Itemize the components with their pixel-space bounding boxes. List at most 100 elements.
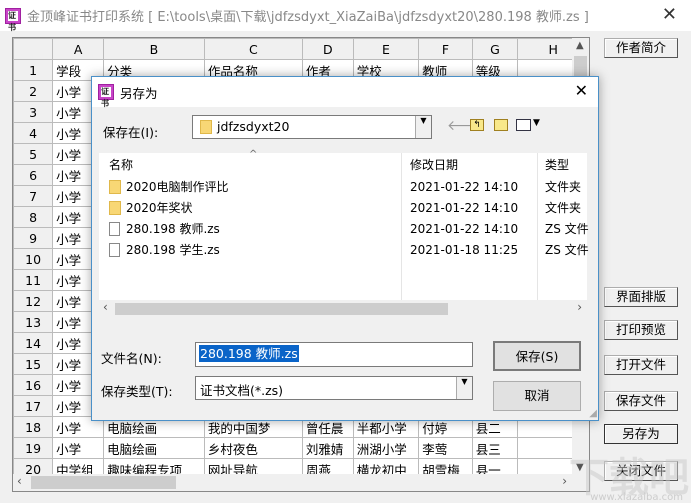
new-folder-icon[interactable] [494,119,508,131]
row-header[interactable]: 8 [13,206,54,228]
layout-button[interactable]: 界面排版 [604,287,678,307]
close-icon[interactable]: ✕ [662,4,677,25]
row-header[interactable]: 2 [13,80,54,102]
file-type: ZS 文件 [545,222,589,236]
dialog-close-icon[interactable]: ✕ [575,81,588,100]
column-header[interactable] [13,38,54,60]
scroll-down-icon[interactable]: ▼ [576,462,584,473]
grid-cell[interactable]: 洲湖小学 [352,437,420,459]
column-header[interactable]: A [52,38,105,60]
file-modified: 2021-01-22 14:10 [410,201,519,215]
window-title: 金顶峰证书打印系统 [ E:\tools\桌面\下载\jdfzsdyxt_Xia… [27,10,589,25]
filename-value: 280.198 教师.zs [199,345,299,362]
row-header[interactable]: 16 [13,374,54,396]
open-file-button[interactable]: 打开文件 [604,355,678,375]
file-name: 280.198 学生.zs [126,243,220,257]
chevron-down-icon[interactable]: ▼ [456,377,472,399]
row-header[interactable]: 19 [13,437,54,459]
print-preview-button[interactable]: 打印预览 [604,320,678,340]
filetype-value: 证书文档(*.zs) [200,383,284,398]
save-file-button[interactable]: 保存文件 [604,391,678,411]
save-as-dialog: 证书 另存为 ✕ 保存在(I): jdfzsdyxt20 ▼ 🡐 ↰ ▼ ^ 名… [91,76,599,421]
row-header[interactable]: 3 [13,101,54,123]
grid-cell[interactable]: 县三 [471,437,519,459]
scroll-right-icon[interactable]: › [562,474,567,488]
row-header[interactable]: 12 [13,290,54,312]
save-as-button[interactable]: 另存为 [604,424,678,444]
filetype-dropdown[interactable]: 证书文档(*.zs) ▼ [195,376,473,400]
column-header[interactable]: E [352,38,420,60]
row-header[interactable]: 6 [13,164,54,186]
resize-grip-icon[interactable]: ◢ [589,408,597,419]
row-header[interactable]: 10 [13,248,54,270]
horizontal-scrollbar[interactable]: ‹ › [13,474,589,491]
column-header-modified[interactable]: 修改日期 [410,153,458,177]
file-type: 文件夹 [545,201,582,215]
save-in-dropdown[interactable]: jdfzsdyxt20 ▼ [192,115,432,139]
watermark-url: www.xiazaiba.com [590,492,683,503]
column-header[interactable]: G [471,38,519,60]
row-header[interactable]: 15 [13,353,54,375]
file-list-item[interactable]: 280.198 学生.zs 2021-01-18 11:25 ZS 文件 [99,240,589,261]
row-header[interactable]: 18 [13,416,54,438]
scroll-thumb[interactable] [31,476,176,489]
file-list[interactable]: ^ 名称 修改日期 类型 2020电脑制作评比 2021-01-22 14:10… [99,149,589,317]
row-header[interactable]: 13 [13,311,54,333]
column-header[interactable]: F [418,38,473,60]
file-icon [109,222,120,236]
row-header[interactable]: 11 [13,269,54,291]
column-header-type[interactable]: 类型 [545,153,569,177]
title-bar: 证书 金顶峰证书打印系统 [ E:\tools\桌面\下载\jdfzsdyxt_… [0,0,691,32]
row-header[interactable]: 5 [13,143,54,165]
file-list-item[interactable]: 2020年奖状 2021-01-22 14:10 文件夹 [99,198,587,219]
grid-cell[interactable]: 刘雅婧 [301,437,354,459]
file-type: ZS 文件 [545,243,589,257]
column-header[interactable]: C [203,38,303,60]
grid-cell[interactable]: 小学 [52,437,105,459]
column-header[interactable]: B [103,38,205,60]
row-header[interactable]: 9 [13,227,54,249]
column-header-name[interactable]: 名称 [109,153,133,177]
view-dropdown-icon[interactable]: ▼ [533,118,540,128]
up-folder-icon[interactable]: ↰ [470,119,484,131]
chevron-down-icon[interactable]: ▼ [415,116,431,138]
author-intro-button[interactable]: 作者简介 [604,38,678,58]
dialog-title: 另存为 [120,85,158,101]
column-header[interactable]: D [301,38,354,60]
row-header[interactable]: 1 [13,59,54,81]
dialog-app-icon: 证书 [98,84,114,108]
file-modified: 2021-01-18 11:25 [410,243,519,257]
file-name: 2020电脑制作评比 [126,180,229,194]
filename-label: 文件名(N): [101,351,162,366]
close-file-button[interactable]: 关闭文件 [604,461,678,481]
sort-up-icon: ^ [249,149,258,160]
view-menu-icon[interactable] [516,119,531,131]
cancel-button[interactable]: 取消 [493,381,581,411]
row-header[interactable]: 4 [13,122,54,144]
file-name: 280.198 教师.zs [126,222,220,236]
column-header-row: ABCDEFGH [13,38,589,60]
folder-icon [109,201,121,215]
scroll-thumb[interactable] [115,303,448,315]
file-list-hscrollbar[interactable]: ‹ › [99,300,587,317]
scroll-up-icon[interactable]: ▲ [576,40,584,51]
save-in-value: jdfzsdyxt20 [217,119,290,134]
file-modified: 2021-01-22 14:10 [410,180,519,194]
grid-cell[interactable]: 电脑绘画 [103,437,205,459]
file-list-item[interactable]: 2020电脑制作评比 2021-01-22 14:10 文件夹 [99,177,587,198]
scroll-left-icon[interactable]: ‹ [17,474,22,488]
grid-cell[interactable]: 李莺 [418,437,473,459]
filetype-label: 保存类型(T): [101,384,173,399]
filename-input[interactable]: 280.198 教师.zs [195,342,473,367]
row-header[interactable]: 14 [13,332,54,354]
file-name: 2020年奖状 [126,201,193,215]
scroll-right-icon[interactable]: › [577,300,582,314]
file-list-item[interactable]: 280.198 教师.zs 2021-01-22 14:10 ZS 文件 [99,219,589,240]
row-header[interactable]: 17 [13,395,54,417]
save-button[interactable]: 保存(S) [493,341,581,371]
grid-cell[interactable]: 乡村夜色 [203,437,303,459]
file-type: 文件夹 [545,180,582,194]
row-header[interactable]: 7 [13,185,54,207]
table-row: 19 小学 电脑绘画 乡村夜色 刘雅婧 洲湖小学 李莺 县三 [13,437,589,459]
scroll-left-icon[interactable]: ‹ [103,300,108,314]
